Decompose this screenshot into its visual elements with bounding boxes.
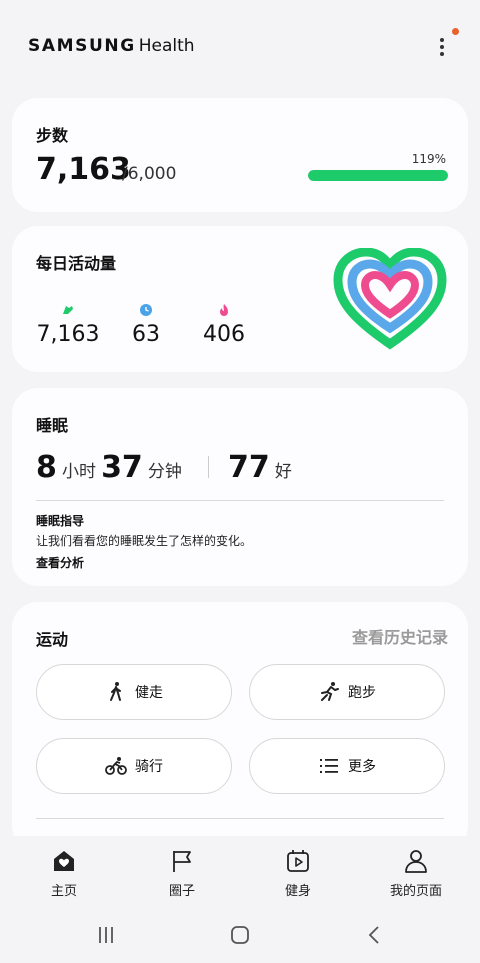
activity-minutes-value: 63 <box>132 322 160 347</box>
sleep-guide-text: 让我们看看您的睡眠发生了怎样的变化。 <box>36 534 253 548</box>
running-button[interactable]: 跑步 <box>249 664 445 720</box>
nav-together[interactable]: 圈子 <box>122 848 242 899</box>
sleep-separator <box>208 456 209 478</box>
steps-goal: /6,000 <box>122 164 177 184</box>
app-brand: SAMSUNG Health <box>28 36 195 56</box>
more-dot <box>440 52 444 56</box>
running-label: 跑步 <box>348 685 376 701</box>
more-dot <box>440 45 444 49</box>
fitness-video-icon <box>287 850 309 872</box>
steps-value: 7,163 <box>36 152 131 187</box>
walking-button[interactable]: 健走 <box>36 664 232 720</box>
sleep-minutes-unit: 分钟 <box>147 462 182 482</box>
steps-progress-fill <box>308 170 448 181</box>
app-header: SAMSUNG Health <box>0 0 480 92</box>
cycling-button[interactable]: 骑行 <box>36 738 232 794</box>
walking-label: 健走 <box>135 685 163 701</box>
divider <box>36 818 444 819</box>
sleep-score-group: 77 好 <box>228 450 292 485</box>
notification-dot <box>452 28 459 35</box>
activity-minutes-stat: 63 <box>106 302 186 347</box>
steps-progress-bar <box>308 170 448 181</box>
steps-title: 步数 <box>36 126 69 145</box>
more-vertical-icon <box>440 38 444 42</box>
back-icon[interactable] <box>364 924 386 946</box>
sleep-title: 睡眠 <box>36 416 69 435</box>
nav-my-page-label: 我的页面 <box>389 884 442 899</box>
more-exercise-label: 更多 <box>348 759 376 775</box>
steps-percent: 119% <box>411 152 446 166</box>
recent-apps-icon[interactable] <box>95 924 117 946</box>
walking-icon <box>110 682 121 701</box>
sleep-analysis-link[interactable]: 查看分析 <box>36 554 84 571</box>
nav-fitness-label: 健身 <box>284 884 311 899</box>
steps-card[interactable]: 步数 7,163 /6,000 119% <box>12 98 468 212</box>
nav-home[interactable]: 主页 <box>4 848 124 899</box>
more-options-button[interactable] <box>428 34 454 60</box>
nav-my-page[interactable]: 我的页面 <box>356 848 476 899</box>
nav-together-label: 圈子 <box>168 884 195 899</box>
exercise-title: 运动 <box>36 630 69 649</box>
sleep-hours-unit: 小时 <box>61 462 96 482</box>
cycling-label: 骑行 <box>135 759 163 775</box>
sleep-card[interactable]: 睡眠 8 小时 37 分钟 77 好 睡眠指导 让我们看看您的睡眠发生了怎样的变… <box>12 388 468 586</box>
sleep-minutes: 37 <box>101 450 143 485</box>
more-exercise-button[interactable]: 更多 <box>249 738 445 794</box>
flame-icon <box>220 304 228 316</box>
sleep-summary: 8 小时 37 分钟 77 好 <box>36 450 456 486</box>
system-navigation-bar <box>0 906 480 963</box>
clock-icon <box>140 304 152 316</box>
cycling-icon <box>105 757 127 775</box>
sleep-score-label: 好 <box>274 462 292 482</box>
nav-home-label: 主页 <box>50 884 77 899</box>
sleep-guide-title: 睡眠指导 <box>36 514 85 528</box>
activity-title: 每日活动量 <box>36 254 117 273</box>
activity-steps-stat: 7,163 <box>28 302 108 347</box>
home-icon[interactable] <box>229 924 251 946</box>
home-heart-icon <box>54 851 74 871</box>
person-icon <box>405 850 427 873</box>
brand-health: Health <box>138 36 195 56</box>
flag-icon <box>173 851 191 872</box>
sleep-score: 77 <box>228 450 270 485</box>
daily-activity-card[interactable]: 每日活动量 7,163 63 406 <box>12 226 468 372</box>
activity-calories-stat: 406 <box>184 302 264 347</box>
brand-samsung: SAMSUNG <box>28 36 136 56</box>
activity-heart-rings-icon <box>333 248 447 350</box>
list-icon <box>320 759 338 773</box>
divider <box>36 500 444 501</box>
exercise-card: 运动 查看历史记录 健走 跑步 骑行 更多 <box>12 602 468 852</box>
view-history-link[interactable]: 查看历史记录 <box>352 624 448 648</box>
sleep-hours: 8 <box>36 450 57 485</box>
nav-fitness[interactable]: 健身 <box>238 848 358 899</box>
shoe-icon <box>63 306 73 314</box>
bottom-navigation: 主页 圈子 健身 我的页面 <box>0 836 480 906</box>
activity-calories-value: 406 <box>203 322 245 347</box>
activity-steps-value: 7,163 <box>36 322 100 347</box>
running-icon <box>321 682 339 701</box>
